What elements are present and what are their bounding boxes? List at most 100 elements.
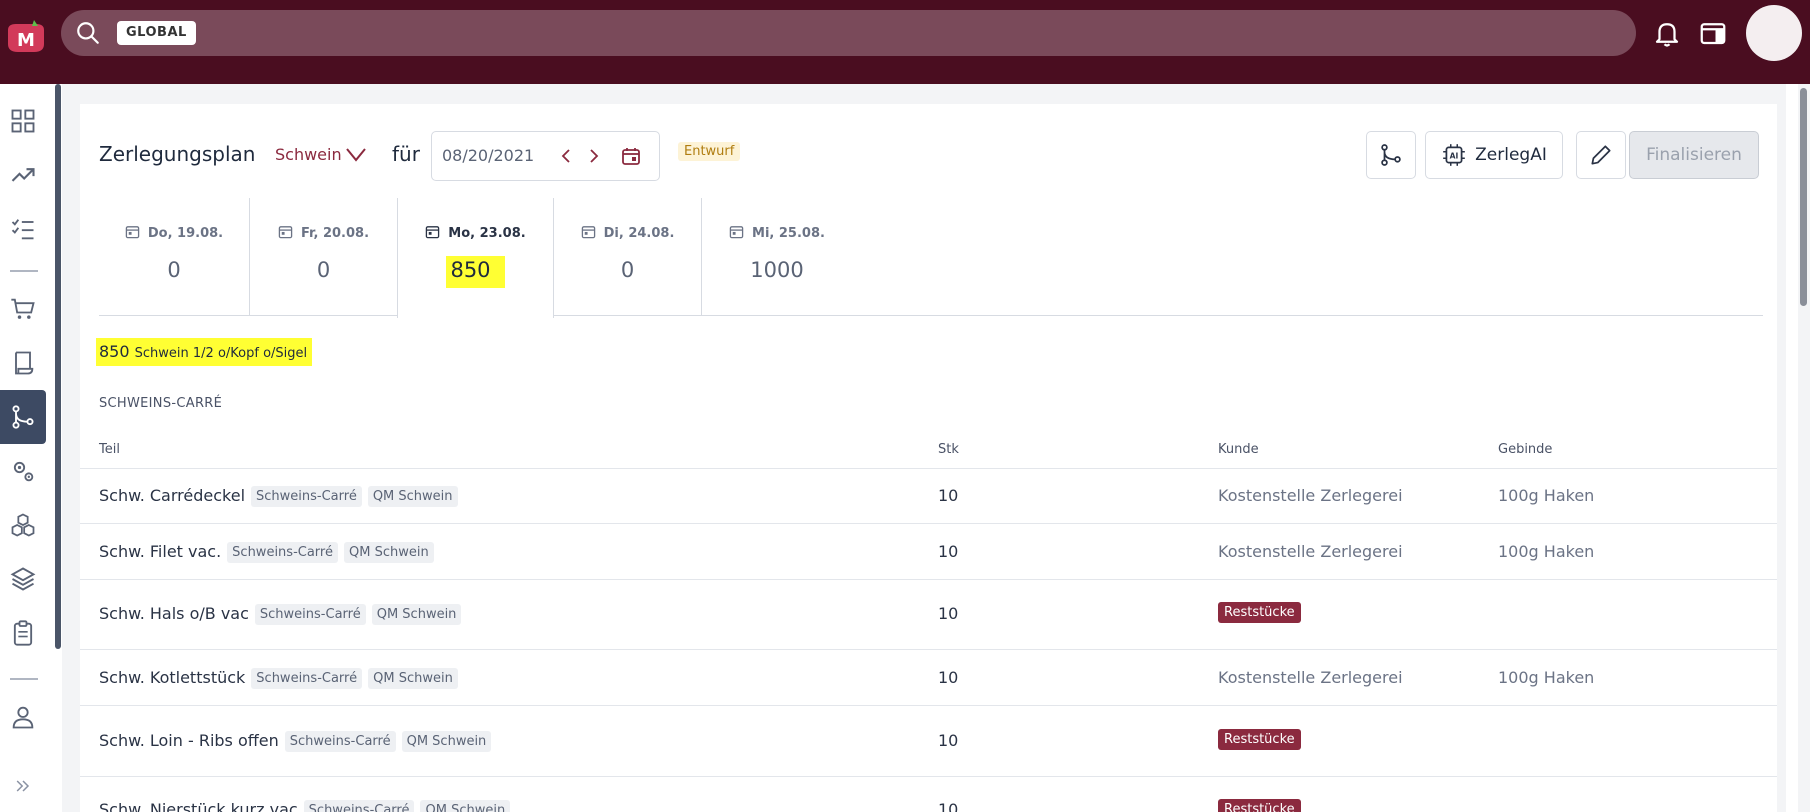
- summary-count: 850: [99, 342, 130, 361]
- day-label: Do, 19.08.: [147, 226, 224, 241]
- global-search-bar[interactable]: GLOBAL: [61, 10, 1636, 56]
- qm-tag: QM Schwein: [367, 486, 458, 507]
- chevron-down-icon[interactable]: [345, 146, 367, 164]
- calendar-icon: [729, 226, 744, 239]
- sidebar-item-documents[interactable]: [0, 336, 46, 390]
- layers-icon: [10, 567, 36, 591]
- calendar-icon: [125, 226, 140, 239]
- sidebar-item-layers[interactable]: [0, 552, 46, 606]
- day-tab-3[interactable]: Mo, 23.08. 850: [397, 198, 554, 318]
- sidebar-divider: [10, 270, 38, 272]
- category-tag: Schweins-Carré: [251, 668, 363, 689]
- edit-button[interactable]: [1576, 131, 1626, 179]
- selected-summary: 850 Schwein 1/2 o/Kopf o/Sigel: [96, 338, 313, 366]
- quantity-cell: 10: [938, 542, 959, 561]
- main-panel: Zerlegungsplan Schwein für 08/20/2021 En…: [80, 104, 1777, 812]
- remnant-badge: Reststücke: [1218, 729, 1301, 750]
- part-name: Schw. Nierstück kurz vac: [99, 800, 298, 812]
- column-header-stk[interactable]: Stk: [938, 442, 959, 457]
- sidebar-expand-button[interactable]: [0, 766, 46, 806]
- page-scrollbar[interactable]: [1798, 84, 1810, 812]
- quantity-cell: 10: [938, 486, 959, 505]
- calendar-icon: [278, 226, 293, 239]
- sidebar-item-products[interactable]: [0, 498, 46, 552]
- quantity-cell: 10: [938, 731, 959, 750]
- column-header-kunde[interactable]: Kunde: [1218, 442, 1259, 457]
- svg-text:AI: AI: [1450, 151, 1459, 160]
- top-bar: M GLOBAL: [0, 0, 1810, 84]
- row-divider: [80, 523, 1777, 524]
- day-tab-2[interactable]: Fr, 20.08. 0: [250, 198, 398, 316]
- date-picker[interactable]: 08/20/2021: [431, 131, 660, 181]
- chevrons-right-icon: [16, 780, 30, 792]
- finalize-button[interactable]: Finalisieren: [1629, 131, 1759, 179]
- sidebar-item-tasks[interactable]: [0, 202, 46, 256]
- bell-icon[interactable]: [1652, 18, 1682, 48]
- quantity-cell: 10: [938, 800, 959, 812]
- date-input[interactable]: 08/20/2021: [442, 146, 534, 165]
- tabs-divider: [99, 315, 1763, 316]
- day-tab-1[interactable]: Do, 19.08. 0: [99, 198, 250, 316]
- column-header-teil[interactable]: Teil: [99, 442, 120, 457]
- sidebar-item-clipboard[interactable]: [0, 606, 46, 660]
- gears-icon: [13, 461, 34, 482]
- chevron-left-icon[interactable]: [556, 146, 576, 166]
- sidebar-item-orders[interactable]: [0, 282, 46, 336]
- user-avatar[interactable]: [1746, 5, 1802, 61]
- day-tab-4[interactable]: Di, 24.08. 0: [554, 198, 702, 316]
- global-scope-badge[interactable]: GLOBAL: [117, 21, 196, 45]
- day-count: 0: [620, 258, 635, 282]
- branch-icon: [12, 405, 34, 429]
- species-select[interactable]: Schwein: [275, 145, 342, 164]
- grid-icon: [11, 109, 35, 133]
- sidebar-scrollbar[interactable]: [55, 84, 61, 649]
- container-cell: 100g Haken: [1498, 542, 1595, 561]
- qm-tag: QM Schwein: [368, 668, 458, 689]
- customer-cell: Kostenstelle Zerlegerei: [1218, 668, 1403, 687]
- zerleg-ai-button[interactable]: AI ZerlegAI: [1425, 131, 1563, 179]
- table-row[interactable]: Schw. Filet vac. Schweins-Carré QM Schwein: [99, 542, 434, 563]
- finalize-label: Finalisieren: [1646, 145, 1742, 165]
- category-tag: Schweins-Carré: [284, 731, 396, 752]
- category-tag: Schweins-Carré: [251, 486, 362, 507]
- part-name: Schw. Kotlettstück: [99, 668, 246, 687]
- container-cell: 100g Haken: [1498, 668, 1595, 687]
- calendar-icon[interactable]: [621, 146, 641, 166]
- day-tab-5[interactable]: Mi, 25.08. 1000: [702, 198, 852, 316]
- user-icon: [12, 706, 34, 729]
- table-row[interactable]: Schw. Carrédeckel Schweins-Carré QM Schwei…: [99, 486, 458, 507]
- sidebar-item-cutting-plan[interactable]: [0, 390, 46, 444]
- search-icon[interactable]: [75, 20, 101, 46]
- table-row[interactable]: Schw. Kotlettstück Schweins-Carré QM Schwe…: [99, 668, 458, 689]
- qm-tag: QM Schwein: [420, 800, 511, 812]
- table-row[interactable]: Schw. Hals o/B vac Schweins-Carré QM Schwe…: [99, 604, 462, 625]
- app-logo-icon[interactable]: M: [4, 16, 48, 56]
- category-tag: Schweins-Carré: [303, 800, 415, 812]
- scrollbar-thumb[interactable]: [1800, 88, 1807, 306]
- sidebar-item-settings[interactable]: [0, 444, 46, 498]
- quantity-cell: 10: [938, 668, 959, 687]
- calendar-icon: [426, 226, 440, 239]
- workflow-button[interactable]: [1366, 131, 1416, 179]
- day-count: 0: [167, 258, 181, 282]
- calendar-icon: [581, 226, 595, 239]
- day-label: Mi, 25.08.: [752, 226, 825, 241]
- customer-cell: Kostenstelle Zerlegerei: [1218, 486, 1403, 505]
- boxes-icon: [11, 513, 35, 537]
- summary-text: Schwein 1/2 o/Kopf o/Sigel: [134, 346, 308, 361]
- window-icon[interactable]: [1698, 18, 1728, 48]
- sidebar-item-users[interactable]: [0, 690, 46, 744]
- qm-tag: QM Schwein: [401, 731, 492, 752]
- chevron-right-icon[interactable]: [584, 146, 604, 166]
- sidebar-item-dashboard[interactable]: [0, 94, 46, 148]
- table-row[interactable]: Schw. Loin - Ribs offen Schweins-Carré QM …: [99, 731, 492, 752]
- table-row[interactable]: Schw. Nierstück kurz vac Schweins-Carré QM…: [99, 800, 511, 812]
- sidebar-item-trends[interactable]: [0, 148, 46, 202]
- ai-chip-icon: AI: [1443, 144, 1465, 166]
- status-badge: Entwurf: [678, 142, 741, 161]
- for-label: für: [392, 142, 420, 166]
- column-header-gebinde[interactable]: Gebinde: [1498, 442, 1552, 457]
- part-name: Schw. Hals o/B vac: [99, 604, 249, 623]
- remnant-badge: Reststücke: [1218, 602, 1301, 623]
- day-label: Fr, 20.08.: [300, 226, 370, 241]
